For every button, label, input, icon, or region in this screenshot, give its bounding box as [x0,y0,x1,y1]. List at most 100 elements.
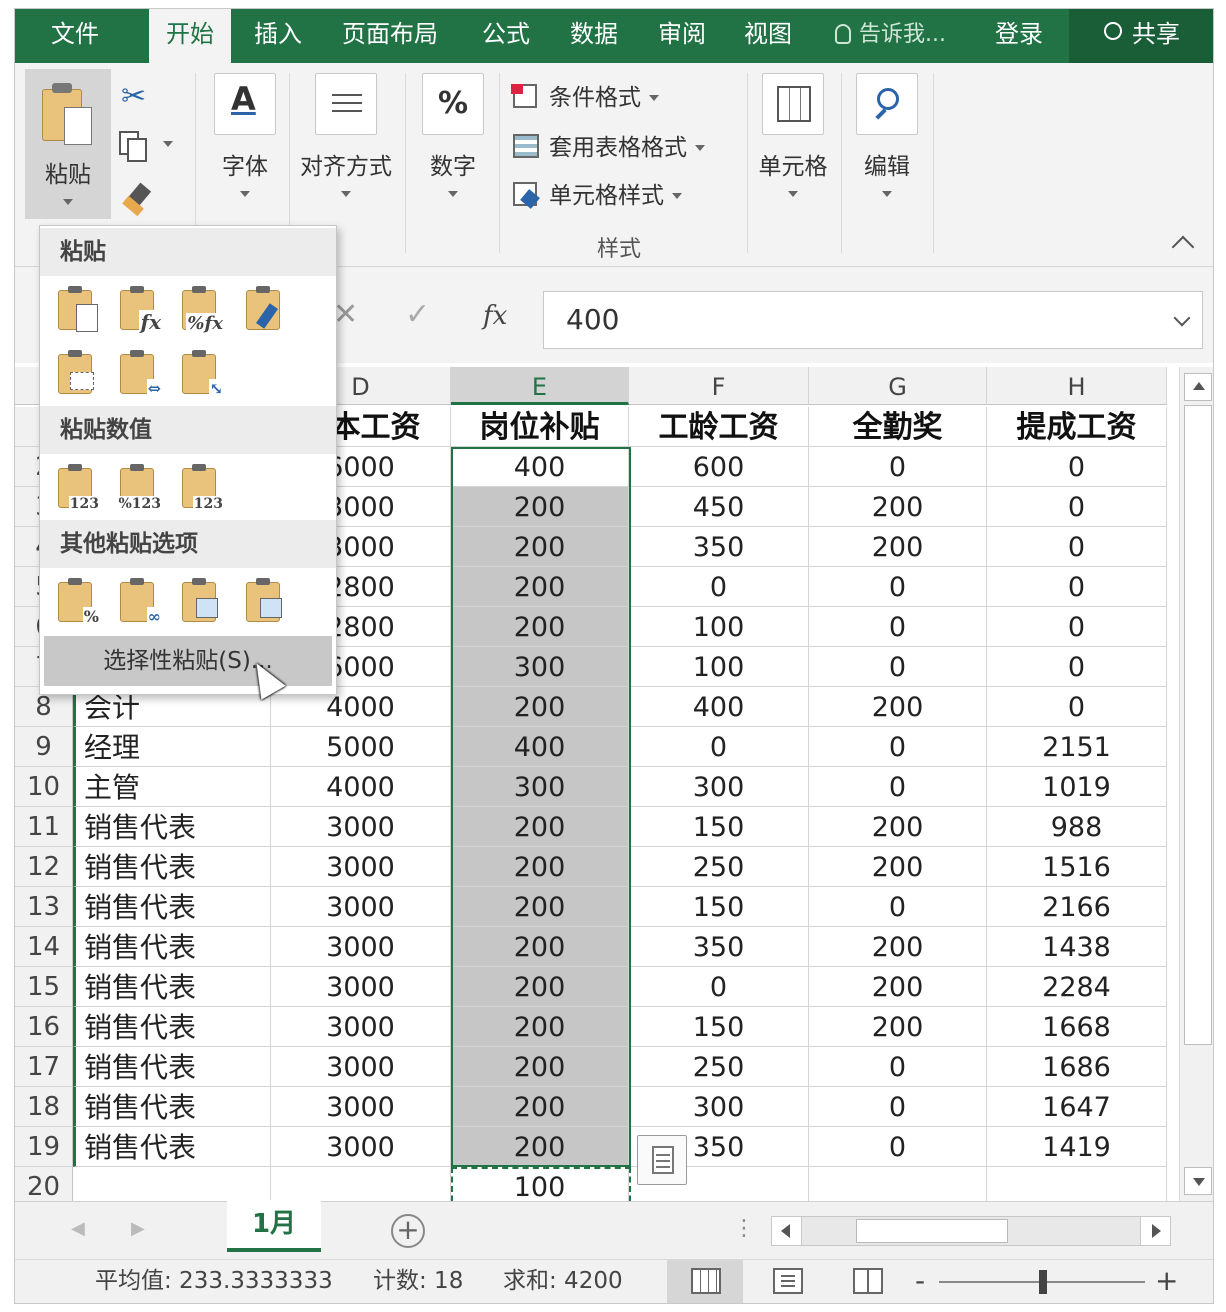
prev-sheet-arrow[interactable]: ◀ [71,1218,85,1239]
grid-cell[interactable] [271,1167,451,1201]
cells-button[interactable]: 单元格 [753,73,833,197]
grid-cell[interactable]: 3000 [271,887,451,927]
grid-cell[interactable]: 250 [629,847,809,887]
grid-cell[interactable]: 1668 [987,1007,1167,1047]
grid-cell[interactable]: 200 [451,1127,629,1167]
enter-check-icon[interactable]: ✓ [405,297,430,332]
grid-cell[interactable]: 400 [629,687,809,727]
number-button[interactable]: % 数字 [413,73,493,197]
format-painter-icon[interactable] [119,182,153,217]
grid-cell[interactable]: 350 [629,927,809,967]
paste-link-icon[interactable]: ∞ [116,576,164,628]
position-cell[interactable]: 销售代表 [73,1127,271,1167]
position-cell[interactable]: 销售代表 [73,807,271,847]
next-sheet-arrow[interactable]: ▶ [131,1218,145,1239]
grid-cell[interactable]: 3000 [271,927,451,967]
tab-insert[interactable]: 插入 [243,9,313,63]
grid-cell[interactable]: 200 [809,927,987,967]
paste-special-menu-item[interactable]: 选择性粘贴(S)... [44,636,332,686]
normal-view-icon[interactable] [691,1268,721,1294]
zoom-out-button[interactable]: - [915,1260,925,1302]
paste-button[interactable]: 粘贴 [25,69,111,219]
position-cell[interactable]: 销售代表 [73,847,271,887]
grid-cell[interactable]: 1516 [987,847,1167,887]
grid-cell[interactable]: 988 [987,807,1167,847]
conditional-format-button[interactable]: 条件格式 [511,83,659,113]
font-button[interactable]: A 字体 [205,73,285,197]
grid-cell[interactable]: 0 [987,567,1167,607]
sheet-tab[interactable]: 1月 [227,1200,321,1252]
grid-cell[interactable]: 250 [629,1047,809,1087]
scroll-left-arrow[interactable] [772,1217,802,1245]
expand-formula-icon[interactable] [1173,309,1191,327]
split-handle-icon[interactable]: ⋮ [733,1216,755,1241]
tab-home[interactable]: 开始 [149,9,231,65]
grid-cell[interactable]: 3000 [271,1047,451,1087]
grid-cell[interactable]: 350 [629,527,809,567]
grid-cell[interactable]: 100 [451,1167,629,1201]
grid-cell[interactable]: 150 [629,887,809,927]
grid-cell[interactable]: 150 [629,1007,809,1047]
tell-me-search[interactable]: 告诉我... [835,9,946,63]
grid-cell[interactable]: 450 [629,487,809,527]
tab-review[interactable]: 审阅 [647,9,717,63]
grid-cell[interactable]: 0 [987,687,1167,727]
format-as-table-button[interactable]: 套用表格格式 [511,133,705,163]
row-header[interactable]: 20 [15,1167,73,1201]
paste-keep-source-format-icon[interactable] [242,284,290,336]
paste-no-borders-icon[interactable] [54,348,102,400]
grid-cell[interactable]: 0 [809,767,987,807]
grid-cell[interactable]: 0 [809,447,987,487]
grid-cell[interactable]: 1686 [987,1047,1167,1087]
grid-cell[interactable]: 1419 [987,1127,1167,1167]
grid-cell[interactable]: 400 [451,727,629,767]
grid-cell[interactable]: 0 [987,607,1167,647]
grid-cell[interactable]: 1438 [987,927,1167,967]
row-header[interactable]: 9 [15,727,73,767]
grid-cell[interactable]: 1019 [987,767,1167,807]
row-header[interactable]: 18 [15,1087,73,1127]
tab-page-layout[interactable]: 页面布局 [335,9,445,63]
grid-cell[interactable] [987,1167,1167,1201]
column-title-cell[interactable]: 岗位补贴 [451,407,629,447]
zoom-in-button[interactable]: + [1155,1260,1178,1302]
grid-cell[interactable]: 200 [809,967,987,1007]
grid-cell[interactable]: 200 [451,607,629,647]
paste-options-icon[interactable] [637,1135,687,1185]
tab-file[interactable]: 文件 [27,9,123,63]
row-header[interactable]: 10 [15,767,73,807]
grid-cell[interactable]: 1647 [987,1087,1167,1127]
grid-cell[interactable]: 200 [451,927,629,967]
vertical-scroll-thumb[interactable] [1184,405,1212,1045]
grid-cell[interactable]: 4000 [271,767,451,807]
tab-formulas[interactable]: 公式 [471,9,541,63]
position-cell[interactable]: 销售代表 [73,927,271,967]
row-header[interactable]: 12 [15,847,73,887]
paste-picture-icon[interactable] [178,576,226,628]
grid-cell[interactable]: 200 [451,527,629,567]
grid-cell[interactable]: 200 [451,847,629,887]
position-cell[interactable] [73,1167,271,1201]
formula-input[interactable]: 400 [543,291,1203,349]
row-header[interactable]: 14 [15,927,73,967]
page-layout-view-icon[interactable] [773,1268,803,1294]
grid-cell[interactable]: 2166 [987,887,1167,927]
alignment-button[interactable]: 对齐方式 [291,73,401,197]
grid-cell[interactable]: 300 [451,647,629,687]
grid-cell[interactable]: 0 [809,607,987,647]
row-header[interactable]: 15 [15,967,73,1007]
grid-cell[interactable]: 0 [987,487,1167,527]
cell-styles-button[interactable]: 单元格样式 [511,181,682,211]
scroll-down-arrow[interactable] [1184,1167,1212,1195]
grid-cell[interactable]: 3000 [271,1127,451,1167]
paste-values-number-format-icon[interactable]: %123 [116,462,164,514]
grid-cell[interactable]: 200 [451,1087,629,1127]
tab-data[interactable]: 数据 [559,9,629,63]
row-header[interactable]: 13 [15,887,73,927]
horizontal-scrollbar[interactable] [771,1216,1171,1246]
grid-cell[interactable]: 2284 [987,967,1167,1007]
grid-cell[interactable]: 0 [809,887,987,927]
scroll-right-arrow[interactable] [1140,1217,1170,1245]
edit-button[interactable]: 编辑 [847,73,927,197]
grid-cell[interactable]: 300 [629,767,809,807]
